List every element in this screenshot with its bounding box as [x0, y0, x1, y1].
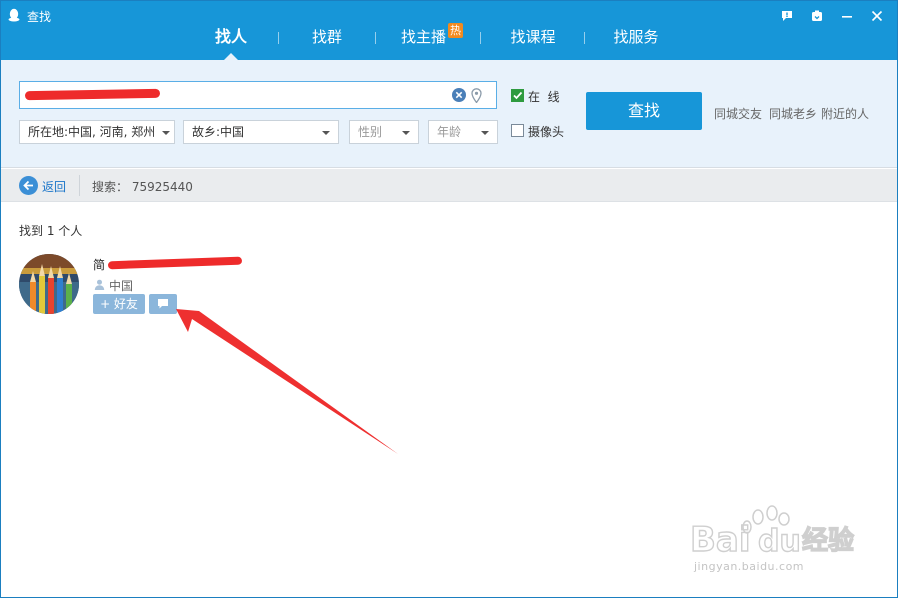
back-arrow-icon[interactable] — [19, 176, 38, 195]
skin-icon[interactable] — [802, 6, 832, 26]
chevron-down-icon — [162, 131, 170, 135]
tab-label: 找课程 — [510, 28, 556, 46]
clear-icon[interactable] — [452, 88, 466, 102]
link-hometown-fellows[interactable]: 同城老乡 — [769, 105, 817, 122]
tab-find-streamers[interactable]: 找主播热 — [390, 20, 474, 60]
online-checkbox[interactable] — [511, 89, 524, 102]
tab-find-services[interactable]: 找服务 — [602, 20, 670, 60]
chevron-down-icon — [481, 131, 489, 135]
watermark-url: jingyan.baidu.com — [694, 560, 805, 573]
nav-bar: 返回 搜索： 75925440 — [0, 169, 898, 202]
watermark-brand-du: du — [758, 524, 801, 559]
tab-label: 找群 — [311, 28, 342, 46]
hometown-value: 故乡:中国 — [192, 125, 245, 139]
find-button[interactable]: 查找 — [586, 92, 702, 130]
chevron-down-icon — [402, 131, 410, 135]
window-title: 查找 — [27, 10, 52, 24]
tab-separator — [584, 32, 585, 44]
send-message-button[interactable] — [149, 294, 177, 314]
link-nearby-people[interactable]: 附近的人 — [821, 105, 869, 122]
search-query-info: 搜索： 75925440 — [92, 180, 193, 194]
result-name[interactable]: 简 — [93, 256, 105, 273]
qq-penguin-icon — [8, 8, 20, 22]
search-panel: 所在地:中国, 河南, 郑州 故乡:中国 性别 年龄 在 线 摄像头 查找 同城… — [0, 60, 898, 168]
location-dropdown[interactable]: 所在地:中国, 河南, 郑州 — [19, 120, 175, 144]
avatar[interactable] — [19, 254, 79, 314]
minimize-icon[interactable] — [832, 6, 862, 26]
watermark-brand-cn: 经验 — [802, 525, 854, 556]
tab-find-courses[interactable]: 找课程 — [499, 20, 567, 60]
camera-checkbox[interactable] — [511, 124, 524, 137]
camera-label: 摄像头 — [528, 125, 565, 139]
redaction-mark — [107, 256, 243, 270]
title-bar: 查找 找人 找群 找主播热 找课程 找服务 — [0, 0, 898, 60]
age-value: 年龄 — [437, 125, 462, 139]
hot-badge: 热 — [448, 23, 463, 38]
back-link[interactable]: 返回 — [42, 178, 66, 195]
gender-value: 性别 — [358, 125, 383, 139]
search-input[interactable] — [19, 81, 497, 109]
location-value: 所在地:中国, 河南, 郑州 — [28, 125, 156, 139]
tab-find-people[interactable]: 找人 — [200, 20, 262, 60]
result-name-text: 简 — [93, 258, 106, 272]
gender-dropdown[interactable]: 性别 — [349, 120, 419, 144]
result-count: 找到 1 个人 — [19, 224, 83, 238]
window-controls — [772, 6, 892, 26]
link-local-friends[interactable]: 同城交友 — [714, 105, 762, 122]
nav-divider — [79, 175, 80, 196]
result-location: 中国 — [109, 279, 134, 293]
online-label: 在 线 — [528, 90, 560, 104]
tab-label: 找服务 — [613, 28, 659, 46]
tab-label: 找主播 — [400, 28, 446, 46]
redaction-mark — [24, 88, 161, 101]
location-pin-icon[interactable] — [471, 88, 482, 103]
tab-find-groups[interactable]: 找群 — [295, 20, 359, 60]
close-icon[interactable] — [862, 6, 892, 26]
baidu-jingyan-watermark: Bai du 经验 — [689, 505, 855, 561]
person-icon — [94, 279, 105, 290]
chat-bubble-icon — [158, 299, 168, 309]
tab-label: 找人 — [214, 27, 247, 46]
chevron-down-icon — [322, 131, 330, 135]
age-dropdown[interactable]: 年龄 — [428, 120, 498, 144]
tab-separator — [278, 32, 279, 44]
add-friend-button[interactable]: + 好友 — [93, 294, 145, 314]
feedback-icon[interactable] — [772, 6, 802, 26]
tab-strip: 找人 找群 找主播热 找课程 找服务 — [200, 20, 670, 60]
checkmark-icon — [513, 91, 523, 100]
hometown-dropdown[interactable]: 故乡:中国 — [183, 120, 339, 144]
watermark-brand: Bai — [690, 520, 751, 560]
tab-separator — [480, 32, 481, 44]
tab-separator — [375, 32, 376, 44]
